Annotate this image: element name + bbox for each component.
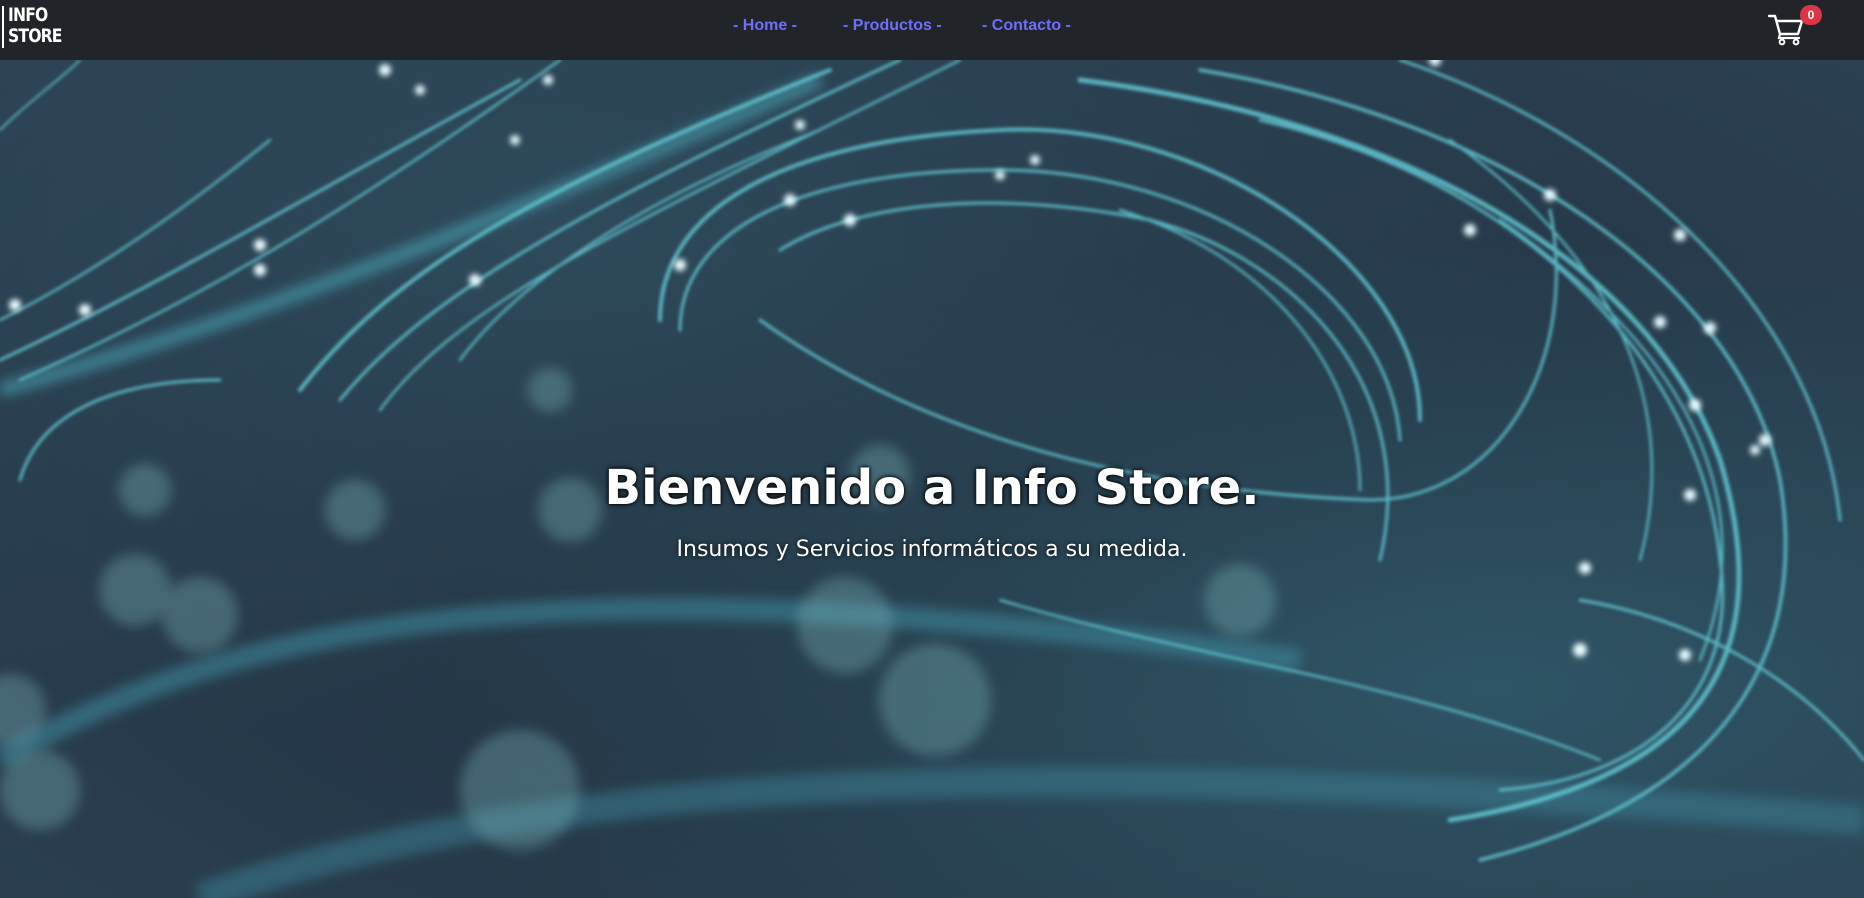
brand-logo[interactable]: INFO STORE	[8, 5, 62, 47]
hero-subtitle: Insumos y Servicios informáticos a su me…	[676, 537, 1188, 562]
cart-count-badge: 0	[1800, 5, 1822, 25]
navbar: INFO STORE - Home - - Productos - - Cont…	[0, 0, 1864, 60]
nav-link-contacto[interactable]: - Contacto -	[982, 17, 1071, 35]
logo-line-1: INFO	[8, 4, 48, 26]
nav-link-home[interactable]: - Home -	[733, 17, 797, 35]
nav-link-productos[interactable]: - Productos -	[843, 17, 942, 35]
hero-title: Bienvenido a Info Store.	[604, 460, 1260, 516]
logo-divider	[2, 6, 4, 48]
logo-line-2: STORE	[8, 25, 62, 47]
hero-section: Bienvenido a Info Store. Insumos y Servi…	[0, 60, 1864, 898]
